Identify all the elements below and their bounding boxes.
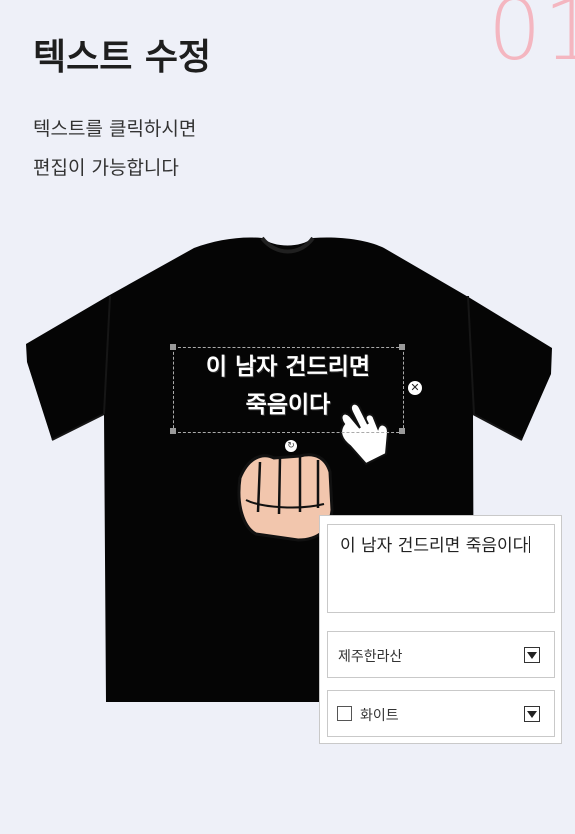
font-select-value: 제주한라산 [338, 649, 403, 665]
font-select[interactable]: 제주한라산 [327, 631, 555, 678]
resize-handle[interactable] [170, 428, 176, 434]
color-select-value: 화이트 [360, 708, 399, 724]
resize-handle[interactable] [399, 428, 405, 434]
text-input[interactable]: 이 남자 건드리면 죽음이다 [327, 524, 555, 613]
text-editor-panel: 이 남자 건드리면 죽음이다 제주한라산 화이트 [319, 515, 562, 744]
print-line: 이 남자 건드리면 [205, 354, 371, 380]
text-caret [529, 536, 531, 553]
color-swatch [337, 706, 352, 721]
rotate-icon[interactable]: ↻ [285, 440, 297, 452]
text-input-value: 이 남자 건드리면 죽음이다 [340, 536, 529, 556]
dropdown-arrow-icon[interactable] [524, 647, 540, 663]
delete-icon[interactable]: ✕ [408, 381, 422, 395]
color-select[interactable]: 화이트 [327, 690, 555, 737]
shirt-print-text[interactable]: 이 남자 건드리면 죽음이다 [172, 348, 404, 424]
print-line: 죽음이다 [245, 392, 331, 418]
dropdown-arrow-icon[interactable] [524, 706, 540, 722]
